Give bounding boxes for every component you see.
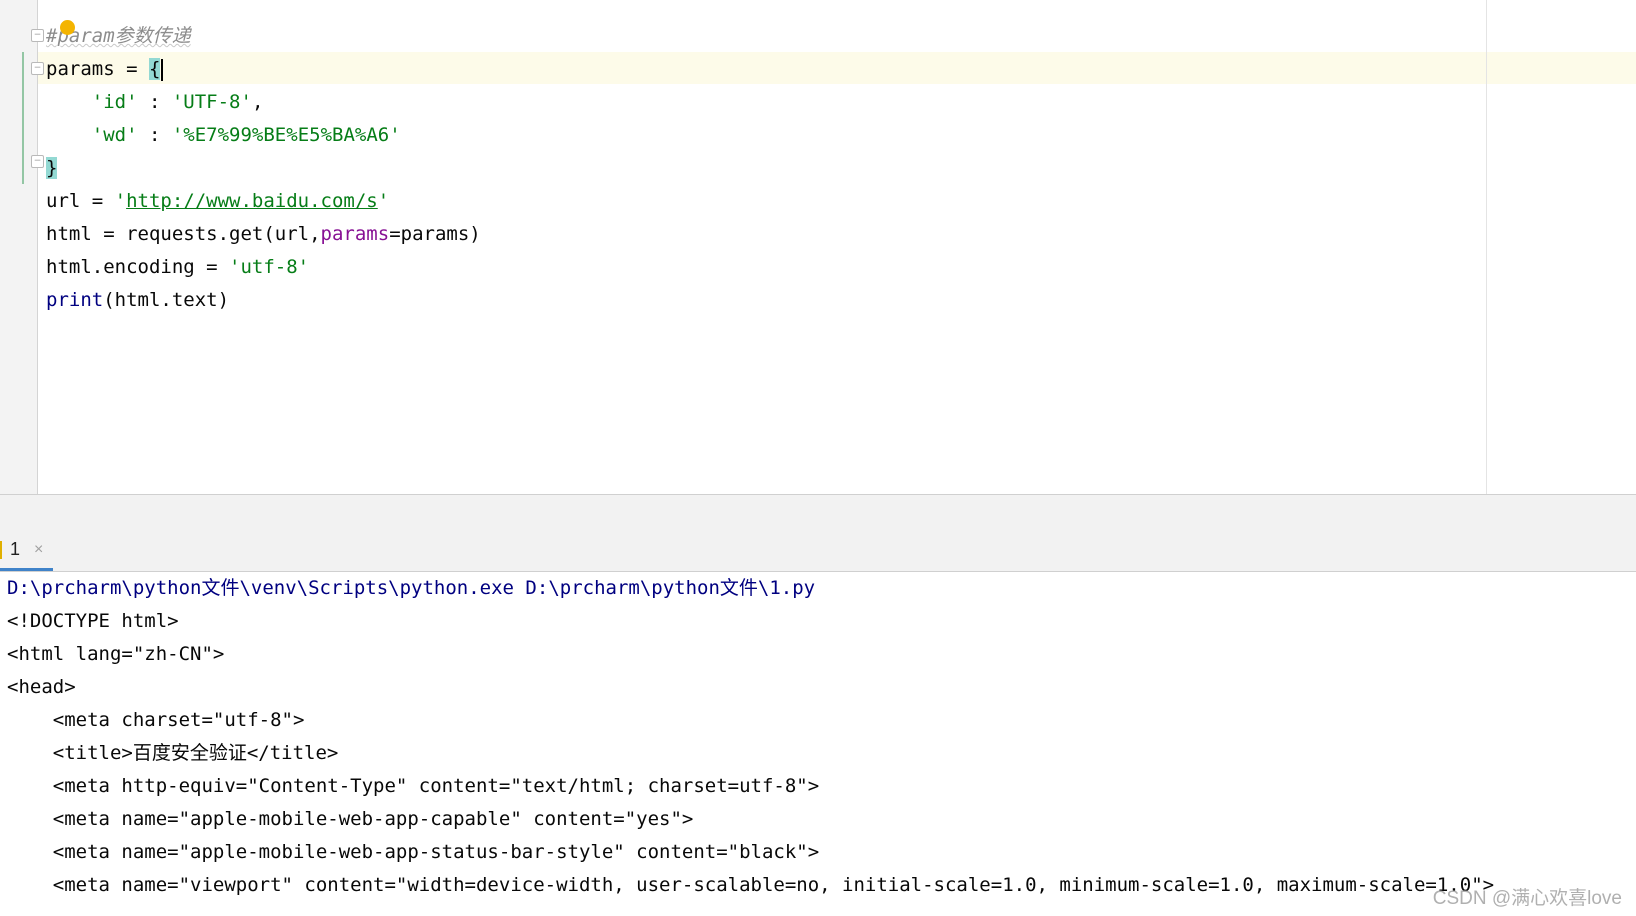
console-line: <meta charset="utf-8"> <box>7 709 305 731</box>
console-output[interactable]: D:\prcharm\python文件\venv\Scripts\python.… <box>7 572 1494 902</box>
watermark: CSDN @满心欢喜love <box>1432 888 1622 909</box>
fold-icon[interactable]: − <box>31 29 44 42</box>
code-line: 'id' : 'UTF-8', <box>46 86 481 119</box>
console-line: <head> <box>7 676 76 698</box>
right-margin-guide <box>1486 0 1487 494</box>
code-text: , <box>251 91 264 113</box>
console-line: <html lang="zh-CN"> <box>7 643 225 665</box>
console-line: <!DOCTYPE html> <box>7 610 179 632</box>
console-line: <meta name="viewport" content="width=dev… <box>7 874 1495 896</box>
code-line: } <box>46 152 481 185</box>
code-line: print(html.text) <box>46 284 481 317</box>
text-caret <box>161 58 164 81</box>
matched-brace: { <box>148 58 161 80</box>
code-line: 'wd' : '%E7%99%BE%E5%BA%A6' <box>46 119 481 152</box>
panel-splitter[interactable] <box>0 494 1636 532</box>
run-tab-bar: 1 × <box>0 531 1636 572</box>
lightbulb-icon[interactable] <box>60 20 75 35</box>
vcs-change-marker <box>22 52 24 184</box>
console-line: <title>百度安全验证</title> <box>7 742 339 764</box>
console-command-line: D:\prcharm\python文件\venv\Scripts\python.… <box>7 577 816 599</box>
code-text: =params) <box>389 223 481 245</box>
code-editor[interactable]: − − − #param参数传递 params = { 'id' : 'UTF-… <box>0 0 1636 494</box>
string-literal: ' <box>377 190 390 212</box>
console-line: <meta name="apple-mobile-web-app-capable… <box>7 808 694 830</box>
code-lines[interactable]: #param参数传递 params = { 'id' : 'UTF-8', 'w… <box>46 20 481 317</box>
fold-icon[interactable]: − <box>31 155 44 168</box>
code-text: : <box>137 91 172 113</box>
console-line: <meta http-equiv="Content-Type" content=… <box>7 775 820 797</box>
code-text: html = requests.get(url, <box>46 223 321 245</box>
string-literal: 'utf-8' <box>229 256 310 278</box>
builtin-function: print <box>46 289 104 311</box>
console-line: <meta name="apple-mobile-web-app-status-… <box>7 841 820 863</box>
run-tab-label: 1 <box>10 539 21 559</box>
fold-icon[interactable]: − <box>31 62 44 75</box>
string-literal: 'wd' <box>91 124 138 146</box>
code-text: : <box>137 124 172 146</box>
code-line: html = requests.get(url,params=params) <box>46 218 481 251</box>
code-line: html.encoding = 'utf-8' <box>46 251 481 284</box>
code-text: url = <box>46 190 115 212</box>
close-icon[interactable]: × <box>34 541 43 559</box>
string-literal: '%E7%99%BE%E5%BA%A6' <box>171 124 401 146</box>
matched-brace: } <box>46 157 58 179</box>
url-link[interactable]: http://www.baidu.com/s <box>126 190 378 212</box>
code-text: (html.text) <box>103 289 230 311</box>
string-literal: 'id' <box>91 91 138 113</box>
code-text: params = <box>46 58 149 80</box>
string-literal: ' <box>114 190 127 212</box>
code-line: url = 'http://www.baidu.com/s' <box>46 185 481 218</box>
code-text: html.encoding = <box>46 256 230 278</box>
run-tab[interactable]: 1 × <box>0 531 54 571</box>
code-line: params = { <box>46 53 481 86</box>
string-literal: 'UTF-8' <box>171 91 252 113</box>
code-line: #param参数传递 <box>46 20 481 53</box>
named-parameter: params <box>320 223 390 245</box>
